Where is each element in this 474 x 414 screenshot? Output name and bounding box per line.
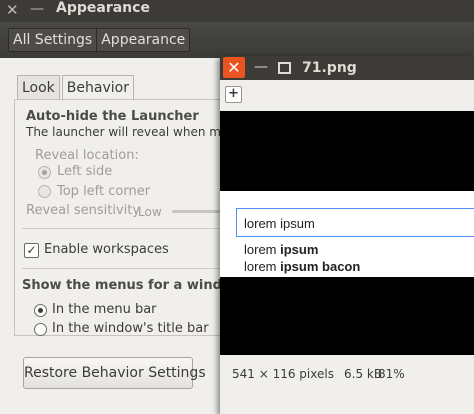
close-icon[interactable]: ✕ bbox=[6, 0, 19, 20]
separator bbox=[22, 228, 220, 229]
sensitivity-low-label: Low bbox=[138, 205, 162, 219]
tab-behavior[interactable]: Behavior bbox=[61, 75, 134, 101]
image-viewer-window: ✕ — 71.png + lorem ipsum lorem ipsum lor… bbox=[220, 56, 474, 414]
option-menu-bar-label: In the menu bar bbox=[52, 302, 157, 317]
title-bar: ✕ — Appearance bbox=[0, 0, 474, 22]
separator bbox=[22, 268, 220, 269]
breadcrumb-all-settings[interactable]: All Settings bbox=[9, 29, 96, 51]
option-title-bar-label: In the window's title bar bbox=[52, 321, 209, 336]
image-dimensions: 541 × 116 pixels bbox=[232, 367, 334, 381]
close-icon[interactable]: ✕ bbox=[223, 57, 245, 78]
toolbar: All Settings Appearance bbox=[0, 22, 474, 58]
viewer-title-bar: ✕ — 71.png bbox=[220, 56, 474, 80]
tab-bar: Look Behavior bbox=[17, 75, 134, 101]
sensitivity-slider[interactable] bbox=[172, 210, 220, 213]
radio-menu-bar[interactable] bbox=[34, 304, 47, 317]
breadcrumb-appearance[interactable]: Appearance bbox=[96, 29, 189, 51]
restore-behavior-settings-button[interactable]: Restore Behavior Settings bbox=[23, 357, 206, 389]
image-file-size: 6.5 kB bbox=[344, 367, 383, 381]
viewer-toolbar: + bbox=[220, 80, 474, 110]
reveal-location-label: Reveal location: bbox=[35, 148, 139, 163]
zoom-level: 81% bbox=[378, 367, 405, 381]
menus-heading: Show the menus for a window bbox=[22, 278, 243, 293]
image-suggestion: lorem ipsum bbox=[244, 242, 319, 257]
enable-workspaces-label: Enable workspaces bbox=[44, 242, 169, 257]
tab-look[interactable]: Look bbox=[17, 75, 60, 100]
image-search-box: lorem ipsum bbox=[236, 208, 474, 237]
enable-workspaces-checkbox[interactable]: ✓ bbox=[24, 243, 39, 258]
viewer-status-bar: 541 × 116 pixels 6.5 kB 81% bbox=[220, 355, 474, 393]
reveal-sensitivity-label: Reveal sensitivity bbox=[26, 203, 141, 218]
maximize-icon[interactable] bbox=[278, 62, 291, 74]
window-title: Appearance bbox=[56, 0, 150, 16]
radio-title-bar[interactable] bbox=[34, 323, 47, 336]
minimize-icon[interactable]: — bbox=[254, 58, 268, 76]
option-left-side-label: Left side bbox=[57, 164, 113, 179]
option-top-left-corner-label: Top left corner bbox=[57, 184, 151, 199]
radio-left-side[interactable] bbox=[38, 166, 51, 179]
radio-top-left-corner[interactable] bbox=[38, 185, 51, 198]
viewer-filename: 71.png bbox=[302, 60, 357, 76]
image-canvas: lorem ipsum lorem ipsum lorem ipsum baco… bbox=[220, 111, 474, 355]
launcher-heading: Auto-hide the Launcher bbox=[26, 109, 199, 124]
breadcrumb: All Settings Appearance bbox=[8, 28, 191, 52]
displayed-image: lorem ipsum lorem ipsum lorem ipsum baco… bbox=[220, 191, 474, 277]
image-suggestion: lorem ipsum bacon bbox=[244, 259, 361, 274]
minimize-icon[interactable]: — bbox=[30, 0, 44, 18]
sidebar-toggle-icon[interactable]: + bbox=[225, 86, 242, 103]
launcher-description: The launcher will reveal when movin bbox=[26, 125, 247, 139]
